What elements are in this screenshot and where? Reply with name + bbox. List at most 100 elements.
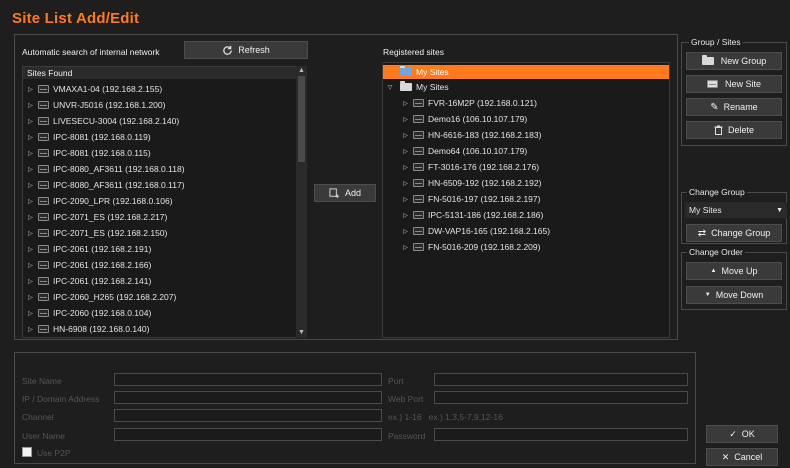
use-p2p-checkbox[interactable] [22, 447, 32, 457]
cancel-button[interactable]: ✕ Cancel [706, 448, 778, 466]
expand-icon[interactable]: ▷ [26, 310, 35, 317]
list-item[interactable]: ▷ Demo64 (106.10.107.179) [383, 143, 669, 159]
expand-icon[interactable]: ▷ [26, 182, 35, 189]
list-item[interactable]: ▷ FVR-16M2P (192.168.0.121) [383, 95, 669, 111]
expand-icon[interactable]: ▷ [26, 294, 35, 301]
expand-icon[interactable]: ▷ [401, 196, 410, 203]
list-item[interactable]: ▷ IPC-8081 (192.168.0.115) [23, 145, 306, 161]
list-item[interactable]: ▷ HN-6908 (192.168.0.140) [23, 321, 306, 337]
list-item[interactable]: ▷ IPC-2061 (192.168.2.191) [23, 241, 306, 257]
expand-icon[interactable]: ▷ [26, 278, 35, 285]
device-icon [38, 245, 49, 253]
expand-icon[interactable]: ▷ [26, 326, 35, 333]
password-field[interactable] [434, 428, 688, 441]
expand-icon[interactable]: ▷ [26, 166, 35, 173]
expand-icon[interactable]: ▷ [26, 150, 35, 157]
list-item[interactable]: ▷ IPC-2060 (192.168.0.104) [23, 305, 306, 321]
list-item[interactable]: ▷ IPC-2061 (192.168.2.141) [23, 273, 306, 289]
list-item[interactable]: ▷ IPC-2061 (192.168.2.166) [23, 257, 306, 273]
move-up-button[interactable]: ▲ Move Up [686, 262, 782, 280]
device-icon [413, 115, 424, 123]
expand-icon[interactable]: ▷ [401, 212, 410, 219]
expand-icon[interactable]: ▷ [26, 134, 35, 141]
scroll-down-icon[interactable]: ▼ [296, 328, 307, 338]
expand-icon[interactable]: ▷ [401, 148, 410, 155]
expand-icon[interactable]: ▷ [26, 198, 35, 205]
list-item[interactable]: ▷ IPC-8080_AF3611 (192.168.0.118) [23, 161, 306, 177]
list-item[interactable]: ▷ FN-5016-209 (192.168.2.209) [383, 239, 669, 255]
list-item[interactable]: ▷ VMAXA1-04 (192.168.2.155) [23, 81, 306, 97]
list-item[interactable]: ▷ Demo16 (106.10.107.179) [383, 111, 669, 127]
device-icon [38, 181, 49, 189]
list-item-label: IPC-8080_AF3611 (192.168.0.118) [53, 164, 185, 174]
expand-icon[interactable]: ▷ [401, 100, 410, 107]
list-item[interactable]: ▷ IPC-2060_H265 (192.168.2.207) [23, 289, 306, 305]
scroll-up-icon[interactable]: ▲ [296, 66, 307, 76]
list-item-label: IPC-2060 (192.168.0.104) [53, 308, 152, 318]
list-item[interactable]: ▷ FN-5016-197 (192.168.2.197) [383, 191, 669, 207]
list-item[interactable]: ▷ LIVESECU-3004 (192.168.2.140) [23, 113, 306, 129]
expand-icon[interactable]: ▷ [26, 262, 35, 269]
user-name-field[interactable] [114, 428, 382, 441]
registered-sites-list[interactable]: My Sites ▽ My Sites ▷ FVR-16M2P (192.168.… [382, 62, 670, 338]
device-icon [413, 163, 424, 171]
expand-icon[interactable]: ▷ [26, 102, 35, 109]
list-item[interactable]: ▷ IPC-8080_AF3611 (192.168.0.117) [23, 177, 306, 193]
sites-found-list[interactable]: Sites Found ▷ VMAXA1-04 (192.168.2.155) ▷ U… [22, 66, 307, 338]
new-group-button[interactable]: New Group [686, 52, 782, 70]
refresh-button[interactable]: Refresh [184, 41, 308, 59]
list-item-label: UNVR-J5016 (192.168.1.200) [53, 100, 166, 110]
device-icon [38, 85, 49, 93]
selected-root-row[interactable]: My Sites [383, 65, 669, 79]
arrow-up-icon: ▲ [710, 268, 717, 274]
new-site-button[interactable]: New Site [686, 75, 782, 93]
port-field[interactable] [434, 373, 688, 386]
list-item-label: HN-6908 (192.168.0.140) [53, 324, 150, 334]
expand-icon[interactable]: ▷ [401, 116, 410, 123]
list-item[interactable]: ▷ IPC-2090_LPR (192.168.0.106) [23, 193, 306, 209]
list-item[interactable]: ▷ IPC-8081 (192.168.0.119) [23, 129, 306, 145]
expand-icon[interactable]: ▷ [26, 214, 35, 221]
add-label: Add [344, 188, 361, 198]
list-item[interactable]: ▷ IPC-5131-186 (192.168.2.186) [383, 207, 669, 223]
rename-button[interactable]: ✎ Rename [686, 98, 782, 116]
list-item[interactable]: ▷ HN-6509-192 (192.168.2.192) [383, 175, 669, 191]
expand-icon[interactable]: ▽ [383, 84, 397, 91]
list-item[interactable]: ▷ UNVR-J5016 (192.168.1.200) [23, 97, 306, 113]
site-name-field[interactable] [114, 373, 382, 386]
move-down-button[interactable]: ▼ Move Down [686, 286, 782, 304]
expand-icon[interactable]: ▷ [26, 246, 35, 253]
selected-root-label: My Sites [416, 67, 449, 77]
list-item[interactable]: ▷HN-6736 (192.168.0.120) [23, 337, 306, 338]
expand-icon[interactable]: ▷ [26, 230, 35, 237]
expand-icon[interactable]: ▷ [26, 118, 35, 125]
left-scrollbar[interactable]: ▲ ▼ [296, 66, 307, 338]
list-item[interactable]: ▷ HN-6616-183 (192.168.2.183) [383, 127, 669, 143]
list-item-label: IPC-8081 (192.168.0.119) [53, 132, 151, 142]
expand-icon[interactable]: ▷ [401, 244, 410, 251]
group-select[interactable]: My Sites ▼ [685, 202, 787, 218]
swap-icon: ⇄ [697, 227, 707, 239]
expand-icon[interactable]: ▷ [401, 228, 410, 235]
change-group-button[interactable]: ⇄ Change Group [686, 224, 782, 242]
list-item[interactable]: ▷ FT-3016-176 (192.168.2.176) [383, 159, 669, 175]
list-item[interactable]: ▷ DW-VAP16-165 (192.168.2.165) [383, 223, 669, 239]
list-item-label: HN-6509-192 (192.168.2.192) [428, 178, 542, 188]
scroll-thumb[interactable] [298, 76, 305, 162]
expand-icon[interactable]: ▷ [401, 164, 410, 171]
expand-icon[interactable]: ▷ [401, 180, 410, 187]
list-item[interactable]: ▷ IPC-2071_ES (192.168.2.150) [23, 225, 306, 241]
expand-icon[interactable]: ▷ [401, 132, 410, 139]
add-button[interactable]: Add [314, 184, 376, 202]
ok-button[interactable]: ✓ OK [706, 425, 778, 443]
check-icon: ✓ [729, 428, 737, 439]
group-row[interactable]: ▽ My Sites [383, 79, 669, 95]
ip-field[interactable] [114, 391, 382, 404]
web-port-field[interactable] [434, 391, 688, 404]
delete-button[interactable]: Delete [686, 121, 782, 139]
list-item[interactable]: ▷ IPC-2071_ES (192.168.2.217) [23, 209, 306, 225]
expand-icon[interactable]: ▷ [26, 86, 35, 93]
folder-icon [400, 66, 412, 76]
refresh-icon [223, 45, 233, 55]
channel-field[interactable] [114, 409, 382, 422]
